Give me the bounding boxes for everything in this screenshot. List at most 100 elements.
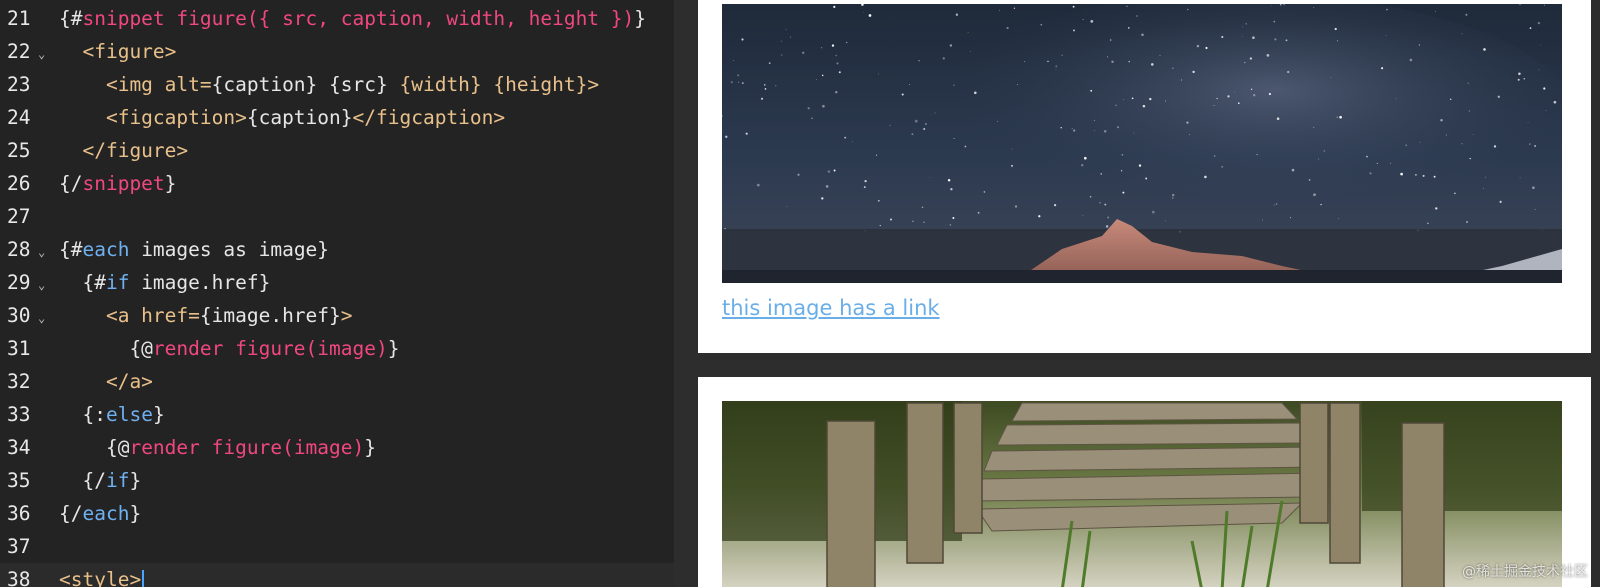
- code-text: <img alt={caption} {src} {width} {height…: [59, 68, 599, 101]
- text-cursor: [142, 569, 145, 587]
- code-token: }: [364, 436, 377, 459]
- preview-pane: this image has a link @稀土掘金技术社区: [674, 0, 1600, 587]
- code-token: images as image}: [129, 238, 330, 261]
- code-line[interactable]: 24 <figcaption>{caption}</figcaption>: [0, 101, 674, 134]
- code-token: {#: [59, 238, 83, 261]
- code-text: {@render figure(image)}: [59, 332, 399, 365]
- code-token: snippet: [82, 172, 165, 195]
- code-token: {src}: [329, 73, 400, 96]
- code-token: <figure>: [59, 40, 177, 63]
- code-token: <a href=: [59, 304, 200, 327]
- code-line[interactable]: 34 {@render figure(image)}: [0, 431, 674, 464]
- code-token: each: [82, 502, 130, 525]
- code-text: </a>: [59, 365, 153, 398]
- fold-chevron-icon[interactable]: ⌄: [38, 38, 45, 71]
- code-token: >: [340, 304, 353, 327]
- code-line[interactable]: 28 ⌄ {#each images as image}: [0, 233, 674, 266]
- code-token: <style>: [59, 568, 142, 587]
- code-text: {#each images as image}: [59, 233, 329, 266]
- code-text: {:else}: [59, 398, 164, 431]
- line-number: 26: [7, 172, 31, 195]
- fold-chevron-icon[interactable]: ⌄: [38, 302, 45, 335]
- code-line[interactable]: 23 <img alt={caption} {src} {width} {hei…: [0, 68, 674, 101]
- code-token: }: [387, 337, 400, 360]
- code-line[interactable]: 21 {#snippet figure({ src, caption, width…: [0, 2, 674, 35]
- code-token: </a>: [59, 370, 153, 393]
- code-token: }: [634, 7, 647, 30]
- line-number: 25: [7, 139, 31, 162]
- line-number: 27: [7, 205, 31, 228]
- line-number: 38: [7, 568, 31, 587]
- code-text: {/snippet}: [59, 167, 176, 200]
- code-token: {height}: [493, 73, 588, 96]
- code-token: if: [105, 469, 130, 492]
- code-token: </figcaption>: [352, 106, 506, 129]
- code-token: else: [105, 403, 153, 426]
- line-number: 29: [7, 271, 31, 294]
- code-line[interactable]: 36 {/each}: [0, 497, 674, 530]
- code-line[interactable]: 27: [0, 200, 674, 233]
- watermark: @稀土掘金技术社区: [1462, 564, 1588, 580]
- code-token: {:: [59, 403, 106, 426]
- code-token: {/: [59, 172, 83, 195]
- code-token: snippet figure({ src, caption, width, he…: [82, 7, 635, 30]
- code-text: <figcaption>{caption}</figcaption>: [59, 101, 505, 134]
- line-number: 24: [7, 106, 31, 129]
- code-token: render figure(image): [152, 337, 388, 360]
- code-token: if: [105, 271, 130, 294]
- code-text: {/each}: [59, 497, 141, 530]
- fold-chevron-icon[interactable]: ⌄: [38, 236, 45, 269]
- line-number: 32: [7, 370, 31, 393]
- code-token: }: [164, 172, 177, 195]
- code-line[interactable]: 38 <style>: [0, 563, 674, 587]
- image-link[interactable]: this image has a link: [722, 296, 940, 320]
- code-token: <figcaption>: [59, 106, 247, 129]
- code-token: {caption}: [211, 73, 330, 96]
- code-text: {/if}: [59, 464, 141, 497]
- code-token: {@: [59, 436, 130, 459]
- code-token: {#: [59, 7, 83, 30]
- line-number: 37: [7, 535, 31, 558]
- code-token: {/: [59, 469, 106, 492]
- code-token: }: [129, 502, 142, 525]
- code-token: {caption}: [246, 106, 353, 129]
- code-line[interactable]: 25 </figure>: [0, 134, 674, 167]
- fold-chevron-icon[interactable]: ⌄: [38, 269, 45, 302]
- code-text: </figure>: [59, 134, 188, 167]
- code-token: image.href}: [129, 271, 271, 294]
- line-number: 22: [7, 40, 31, 63]
- figure-card: this image has a link: [698, 0, 1591, 353]
- code-token: render figure(image): [129, 436, 365, 459]
- line-number: 28: [7, 238, 31, 261]
- wooden-dock-image: [722, 401, 1562, 587]
- code-editor[interactable]: 21 {#snippet figure({ src, caption, width…: [0, 0, 674, 587]
- code-text: <style>: [59, 563, 145, 587]
- starry-sky-image[interactable]: [722, 4, 1562, 283]
- code-text: {#snippet figure({ src, caption, width, …: [59, 2, 646, 35]
- line-number: 34: [7, 436, 31, 459]
- code-token: {#: [59, 271, 106, 294]
- line-number: 30: [7, 304, 31, 327]
- code-text: {@render figure(image)}: [59, 431, 376, 464]
- code-token: </figure>: [59, 139, 189, 162]
- line-number: 36: [7, 502, 31, 525]
- code-token: >: [587, 73, 600, 96]
- code-line[interactable]: 26 {/snippet}: [0, 167, 674, 200]
- code-text: <figure>: [59, 35, 176, 68]
- code-line[interactable]: 29 ⌄ {#if image.href}: [0, 266, 674, 299]
- code-token: {width}: [399, 73, 494, 96]
- code-line[interactable]: 22 ⌄ <figure>: [0, 35, 674, 68]
- code-token: {image.href}: [199, 304, 341, 327]
- line-number: 21: [7, 7, 31, 30]
- code-line[interactable]: 30 ⌄ <a href={image.href}>: [0, 299, 674, 332]
- code-text: {#if image.href}: [59, 266, 270, 299]
- code-line[interactable]: 37: [0, 530, 674, 563]
- code-line[interactable]: 32 </a>: [0, 365, 674, 398]
- code-line[interactable]: 31 {@render figure(image)}: [0, 332, 674, 365]
- code-token: }: [129, 469, 142, 492]
- code-token: <img alt=: [59, 73, 212, 96]
- code-line[interactable]: 33 {:else}: [0, 398, 674, 431]
- code-token: {/: [59, 502, 83, 525]
- code-line[interactable]: 35 {/if}: [0, 464, 674, 497]
- line-number: 31: [7, 337, 31, 360]
